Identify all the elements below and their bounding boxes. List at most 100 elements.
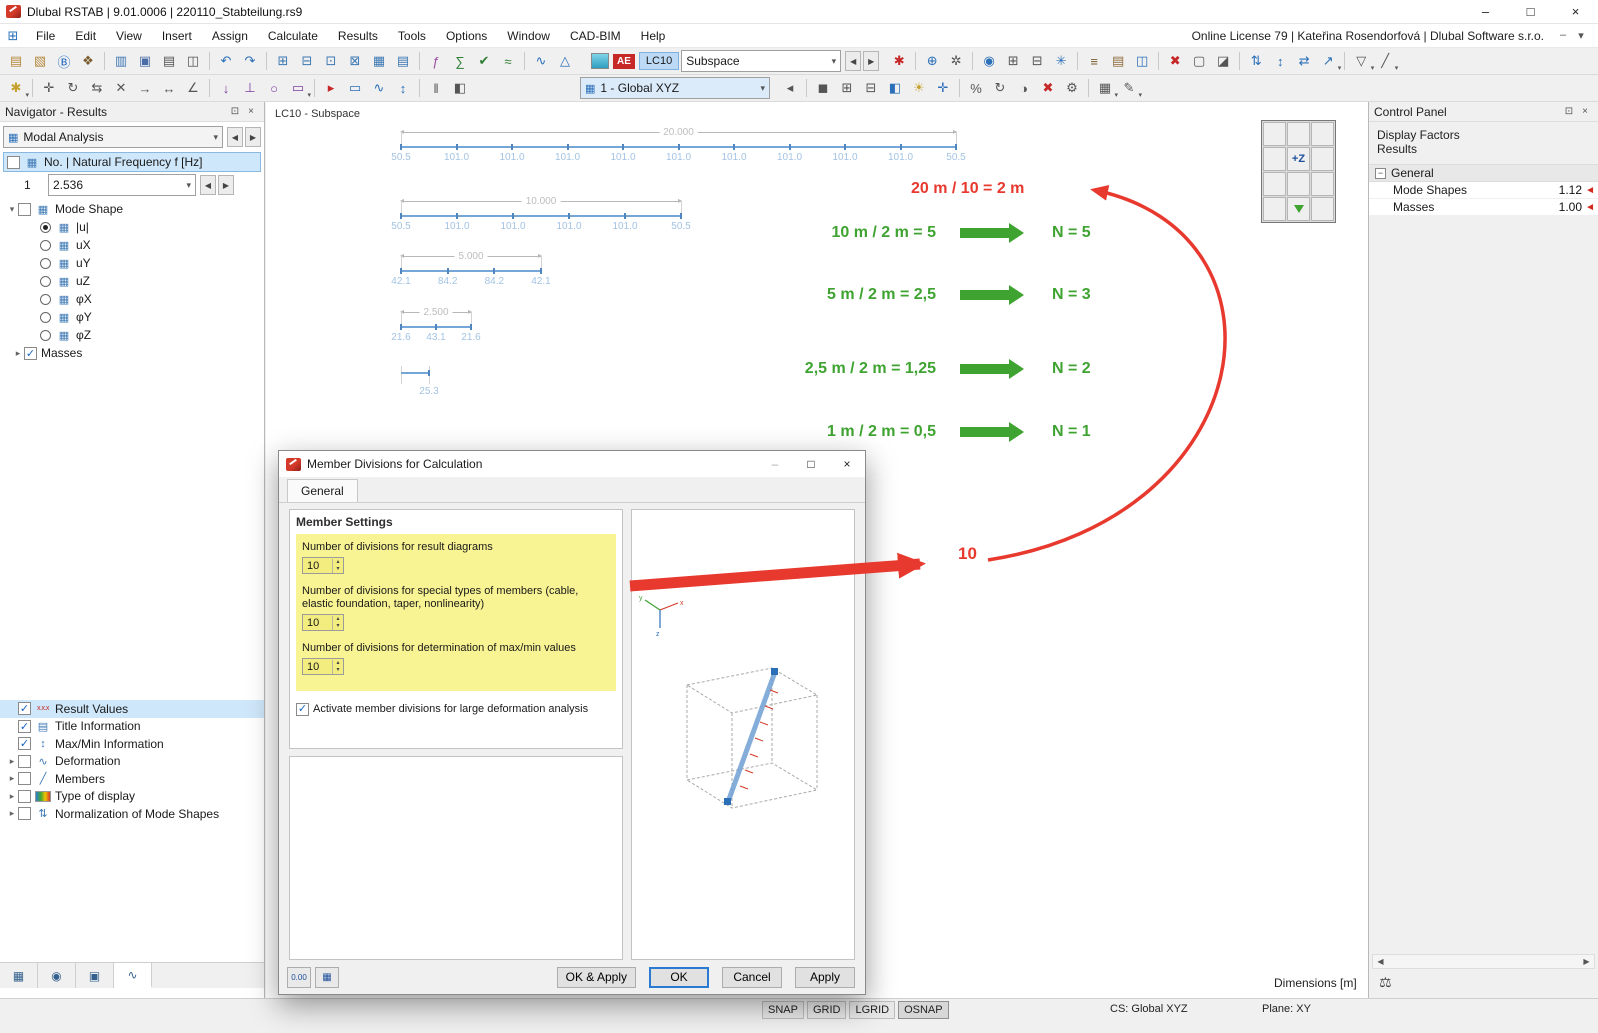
checkbox[interactable]	[18, 737, 31, 751]
member-divide-icon[interactable]: ↕	[1268, 50, 1292, 72]
select-special-icon[interactable]: ✱ ▾	[4, 77, 29, 99]
keypad-cell[interactable]: +Z	[1287, 147, 1310, 171]
keypad-cell[interactable]	[1311, 172, 1334, 196]
keypad-cell[interactable]	[1287, 197, 1310, 221]
axes-icon[interactable]: ✛	[931, 77, 955, 99]
member-extend-icon[interactable]: ↗ ▾	[1316, 50, 1341, 72]
float-panel-icon[interactable]: ⊡	[1561, 106, 1577, 117]
result-values-icon[interactable]: ✲	[944, 50, 968, 72]
support-icon[interactable]: ⊥	[238, 77, 262, 99]
mode-shape-node[interactable]: ▾ ▦ Mode Shape	[0, 200, 264, 218]
keypad-cell[interactable]	[1263, 147, 1286, 171]
mode-radio[interactable]	[40, 329, 51, 341]
mode-option-uy[interactable]: ▦ uY	[0, 254, 264, 272]
prev-analysis-button[interactable]: ◀	[227, 127, 243, 147]
nav-item-deformation[interactable]: ▸ ∿ Deformation	[0, 753, 264, 771]
close-button[interactable]: ×	[1553, 0, 1598, 24]
spinner-down-icon[interactable]: ▾	[333, 566, 343, 573]
menu-calculate[interactable]: Calculate	[258, 24, 328, 48]
checkbox[interactable]	[18, 702, 31, 716]
delete-view-icon[interactable]: ✖	[1036, 77, 1060, 99]
chevron-down-icon[interactable]: ▾	[824, 56, 837, 67]
percent-icon[interactable]: %	[964, 77, 988, 99]
spinner-down-icon[interactable]: ▾	[333, 623, 343, 630]
ok-button[interactable]: OK	[649, 966, 709, 988]
ok-apply-button[interactable]: OK & Apply	[556, 966, 636, 988]
keypad-cell[interactable]	[1287, 122, 1310, 146]
toggle-osnap[interactable]: OSNAP	[898, 1001, 949, 1019]
collapse-box-icon[interactable]: −	[1375, 167, 1386, 179]
mode-radio[interactable]	[40, 275, 51, 287]
tab-general[interactable]: General	[287, 479, 358, 502]
menu-edit[interactable]: Edit	[65, 24, 106, 48]
two-sections-icon[interactable]: ‖	[424, 77, 448, 99]
menu-results[interactable]: Results	[328, 24, 388, 48]
render-solid-icon[interactable]: ◼	[811, 77, 835, 99]
table-ocr-icon[interactable]: ▦	[367, 50, 391, 72]
show-results-icon[interactable]: ◉	[977, 50, 1001, 72]
frequency-header-row[interactable]: ▦ No. | Natural Frequency f [Hz]	[3, 152, 261, 172]
load-case-chip[interactable]: LC10	[638, 52, 680, 70]
table-export-icon[interactable]: ⊠	[343, 50, 367, 72]
spinner-down-icon[interactable]: ▾	[333, 667, 343, 674]
keypad-cell[interactable]	[1263, 122, 1286, 146]
frequency-checkbox[interactable]	[7, 155, 20, 169]
masses-checkbox[interactable]	[24, 346, 37, 360]
divisions-spinner[interactable]: 10 ▴ ▾	[302, 557, 344, 574]
mode-radio[interactable]	[40, 239, 51, 251]
nav-tab-display[interactable]: ◉	[38, 963, 76, 988]
menu-options[interactable]: Options	[436, 24, 497, 48]
nav-item-normalization-of-mode-shapes[interactable]: ▸ ⇅ Normalization of Mode Shapes	[0, 805, 264, 823]
mode-option-ux[interactable]: ▦ uX	[0, 236, 264, 254]
toggle-snap[interactable]: SNAP	[762, 1001, 804, 1019]
mode-option-y[interactable]: ▦ φY	[0, 308, 264, 326]
menu-assign[interactable]: Assign	[202, 24, 258, 48]
nav-tab-views[interactable]: ▣	[76, 963, 114, 988]
maximize-button[interactable]: □	[1508, 0, 1553, 24]
light-icon[interactable]: ☀	[907, 77, 931, 99]
control-panel-scrollbar[interactable]: ◀ ▶	[1372, 954, 1595, 969]
results-table-icon[interactable]: △	[553, 50, 577, 72]
mirror-view-icon[interactable]: ◑	[1012, 77, 1036, 99]
checkbox[interactable]	[18, 772, 31, 786]
edit-angle-icon[interactable]: ∠	[181, 77, 205, 99]
units-button[interactable]: ▦	[315, 966, 339, 988]
expand-icon[interactable]: ▸	[6, 808, 18, 819]
apply-button[interactable]: Apply	[795, 966, 855, 988]
nav-item-result-values[interactable]: x.x.xResult Values	[0, 700, 264, 718]
view-prev-icon[interactable]: ◂	[778, 77, 802, 99]
checkbox[interactable]	[18, 719, 31, 733]
menu-help[interactable]: Help	[631, 24, 676, 48]
keypad-cell[interactable]	[1311, 197, 1334, 221]
member-insert-icon[interactable]: ⇅	[1244, 50, 1268, 72]
menu-view[interactable]: View	[106, 24, 152, 48]
nav-tab-data[interactable]: ▦	[0, 963, 38, 988]
print-icon[interactable]: ▤	[157, 50, 181, 72]
mode-option-z[interactable]: ▦ φZ	[0, 326, 264, 344]
new-model-icon[interactable]: ▤	[4, 50, 28, 72]
pen-icon[interactable]: ✎ ▾	[1117, 77, 1142, 99]
plausibility-check-icon[interactable]: ✔	[472, 50, 496, 72]
render-model-icon[interactable]: ◪	[1211, 50, 1235, 72]
navigator-toggle-icon[interactable]: ▥	[109, 50, 133, 72]
mode-shape-checkbox[interactable]	[18, 202, 31, 216]
keypad-cell[interactable]	[1311, 147, 1334, 171]
mode-option-x[interactable]: ▦ φX	[0, 290, 264, 308]
toggle-lgrid[interactable]: LGRID	[849, 1001, 896, 1019]
save-icon[interactable]: ▣	[133, 50, 157, 72]
scroll-right-icon[interactable]: ▶	[1579, 957, 1594, 966]
results-diagram-icon[interactable]: ∿	[529, 50, 553, 72]
sync-views-icon[interactable]: ↻	[988, 77, 1012, 99]
expand-icon[interactable]: ▸	[6, 773, 18, 784]
scale-icon[interactable]: ⚖	[1379, 974, 1392, 991]
spinner-up-icon[interactable]: ▴	[333, 660, 343, 667]
dialog-close-button[interactable]: ×	[829, 451, 865, 477]
block-manager-icon[interactable]: ❖	[76, 50, 100, 72]
mode-option-uz[interactable]: ▦ uZ	[0, 272, 264, 290]
masses-node[interactable]: ▸ Masses	[0, 344, 264, 362]
dialog-maximize-button[interactable]: □	[793, 451, 829, 477]
menu-file[interactable]: File	[26, 24, 65, 48]
open-model-icon[interactable]: ▧	[28, 50, 52, 72]
scroll-left-icon[interactable]: ◀	[1373, 957, 1388, 966]
toggle-grid[interactable]: GRID	[806, 1001, 847, 1019]
